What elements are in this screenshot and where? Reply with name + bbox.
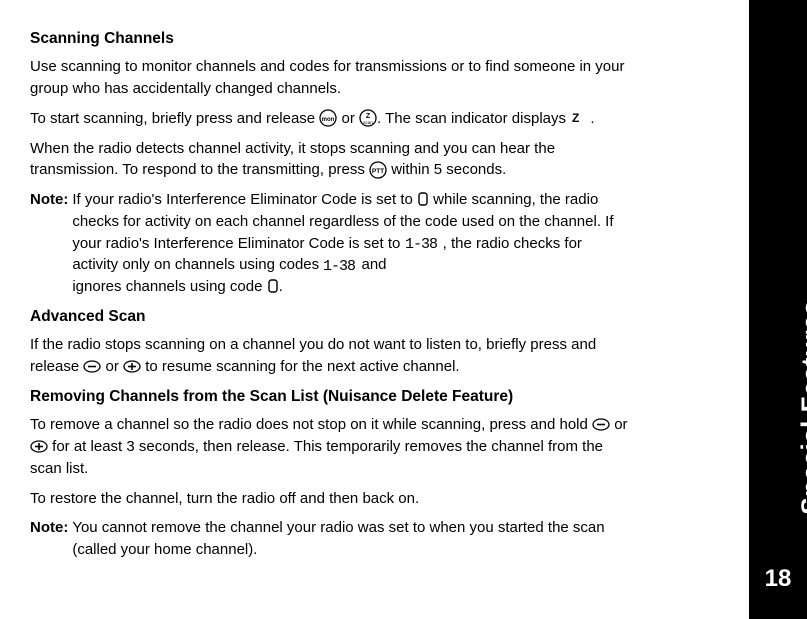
removing-channels-heading: Removing Channels from the Scan List (Nu… bbox=[30, 386, 630, 408]
page-content: Scanning Channels Use scanning to monito… bbox=[0, 0, 690, 589]
svg-text:1-38: 1-38 bbox=[323, 258, 356, 273]
scanning-channels-heading: Scanning Channels bbox=[30, 28, 630, 50]
scanning-intro-p3: When the radio detects channel activity,… bbox=[30, 138, 630, 182]
page-number: 18 bbox=[749, 562, 807, 597]
code-range-icon-2: 1-38 bbox=[323, 257, 357, 273]
svg-text:mon: mon bbox=[322, 117, 335, 123]
advanced-scan-p1: If the radio stops scanning on a channel… bbox=[30, 334, 630, 378]
removing-channels-p2: To restore the channel, turn the radio o… bbox=[30, 488, 630, 510]
plus-button-icon bbox=[123, 360, 141, 373]
minus-button-icon-2 bbox=[592, 418, 610, 431]
rc1a: To remove a channel so the radio does no… bbox=[30, 416, 592, 433]
scan-button-icon: Zscan bbox=[359, 109, 377, 127]
note-label: Note: bbox=[30, 189, 72, 298]
rc1c: for at least 3 seconds, then release. Th… bbox=[30, 438, 603, 477]
plus-button-icon-2 bbox=[30, 440, 48, 453]
svg-text:scan: scan bbox=[363, 120, 373, 125]
side-label-container: Special Features 18 bbox=[749, 0, 807, 619]
note-body-2: You cannot remove the channel your radio… bbox=[72, 517, 630, 561]
note-home-channel: Note: You cannot remove the channel your… bbox=[30, 517, 630, 561]
p2c: . The scan indicator displays bbox=[377, 110, 570, 127]
scanning-intro-p1: Use scanning to monitor channels and cod… bbox=[30, 56, 630, 100]
p2b: or bbox=[337, 110, 359, 127]
note-body: If your radio's Interference Eliminator … bbox=[72, 189, 630, 298]
mon-button-icon: mon bbox=[319, 109, 337, 127]
n1f: . bbox=[279, 278, 283, 295]
as1b: or bbox=[101, 358, 123, 375]
p2a: To start scanning, briefly press and rel… bbox=[30, 110, 319, 127]
code-range-icon: 1-38 bbox=[405, 235, 439, 251]
n1a: If your radio's Interference Eliminator … bbox=[72, 191, 417, 208]
ptt-button-icon: PTT bbox=[369, 161, 387, 179]
svg-text:Z: Z bbox=[366, 113, 371, 120]
side-label-text: Special Features bbox=[793, 300, 807, 515]
advanced-scan-heading: Advanced Scan bbox=[30, 306, 630, 328]
svg-text:PTT: PTT bbox=[372, 168, 384, 175]
scanning-intro-p2: To start scanning, briefly press and rel… bbox=[30, 108, 630, 130]
p2d: . bbox=[586, 110, 594, 127]
n1e: ignores channels using code bbox=[72, 278, 266, 295]
minus-button-icon bbox=[83, 360, 101, 373]
note-label-2: Note: bbox=[30, 517, 72, 561]
n1d: and bbox=[357, 256, 386, 273]
svg-text:Z: Z bbox=[572, 112, 579, 124]
as1c: to resume scanning for the next active c… bbox=[141, 358, 460, 375]
rc1b: or bbox=[610, 416, 628, 433]
p3b: within 5 seconds. bbox=[387, 161, 506, 178]
removing-channels-p1: To remove a channel so the radio does no… bbox=[30, 414, 630, 479]
code-zero-icon-2 bbox=[267, 278, 279, 294]
scan-indicator-icon: Z bbox=[570, 112, 586, 124]
code-zero-icon bbox=[417, 191, 429, 207]
svg-text:1-38: 1-38 bbox=[405, 236, 438, 251]
note-interference: Note: If your radio's Interference Elimi… bbox=[30, 189, 630, 298]
